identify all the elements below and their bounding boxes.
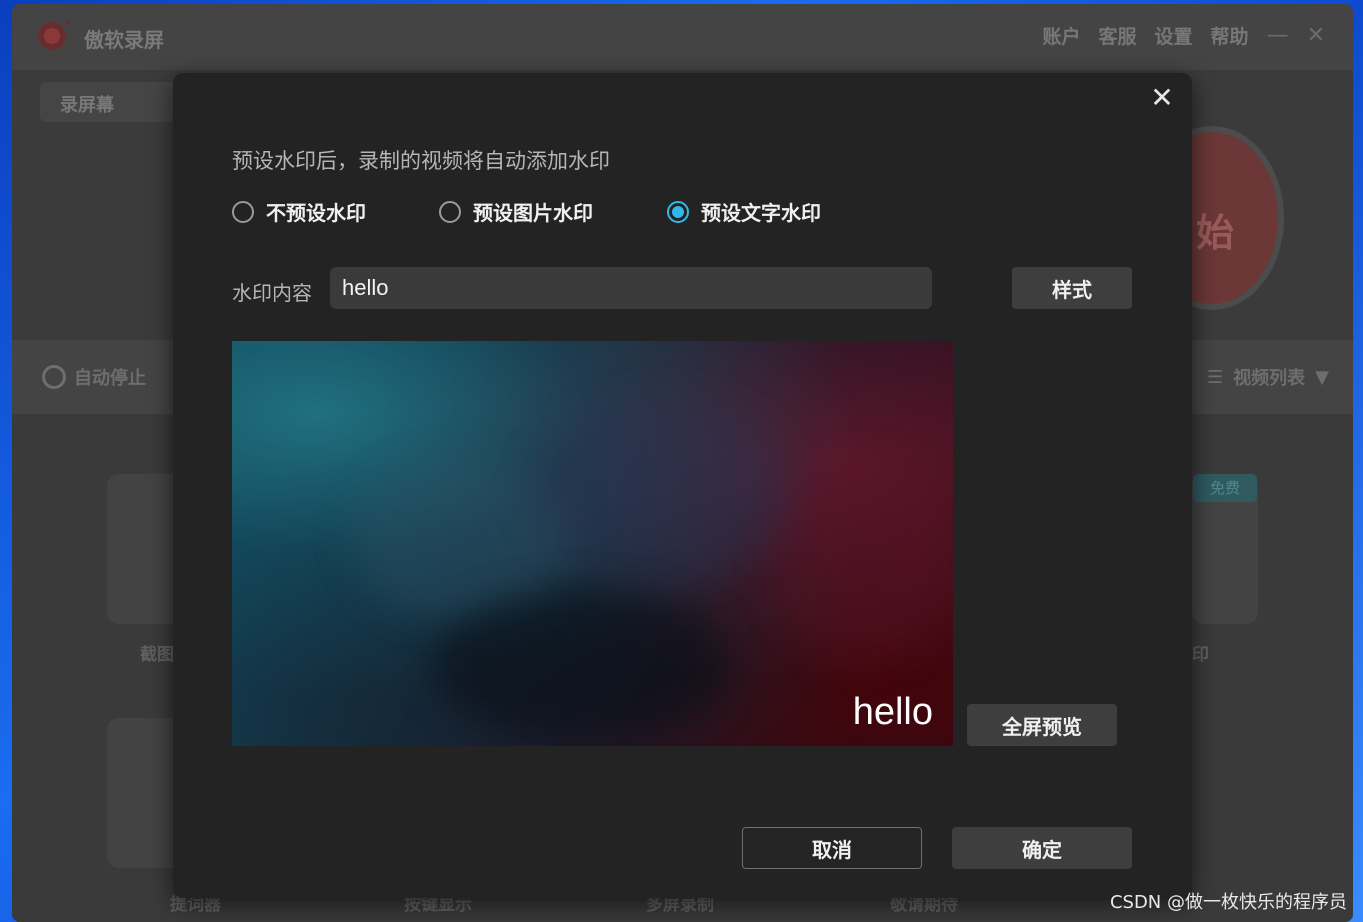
caret-down-icon: ▼ [1315,366,1329,388]
record-start-label: 始 [1196,211,1235,255]
menu-support[interactable]: 客服 [1099,22,1137,49]
free-badge: 免费 [1193,474,1257,502]
menu-help[interactable]: 帮助 [1211,22,1249,49]
alarm-clock-icon [42,365,66,389]
watermark-dialog: ✕ 预设水印后，录制的视频将自动添加水印 不预设水印 预设图片水印 预设文字水印… [173,73,1192,898]
app-menu: 账户 客服 设置 帮助 — ✕ [1043,22,1326,49]
confirm-button[interactable]: 确定 [952,827,1132,869]
radio-text-watermark[interactable]: 预设文字水印 [667,197,821,226]
app-titlebar: 傲软录屏 账户 客服 设置 帮助 — ✕ [12,4,1353,70]
tool-label-screenshot: 截图 [140,645,174,665]
menu-settings[interactable]: 设置 [1155,22,1193,49]
window-close-icon[interactable]: ✕ [1307,23,1325,48]
tool-label-watermark: 印 [1192,645,1209,665]
watermark-content-label: 水印内容 [232,281,312,305]
radio-label-image-watermark: 预设图片水印 [473,201,593,225]
minimize-icon[interactable]: — [1267,23,1289,48]
dialog-close-icon[interactable]: ✕ [1147,83,1177,113]
app-logo-icon [38,20,71,50]
auto-stop-button[interactable]: 自动停止 [42,364,146,390]
radio-no-watermark[interactable]: 不预设水印 [232,197,366,226]
cancel-button[interactable]: 取消 [742,827,922,869]
watermark-type-radio-group: 不预设水印 预设图片水印 预设文字水印 [232,197,932,225]
csdn-credit: CSDN @做一枚快乐的程序员 [1109,892,1347,913]
preview-watermark-text: hello [852,691,933,733]
tab-record-screen[interactable]: 录屏幕 [40,82,190,122]
radio-label-no-watermark: 不预设水印 [266,201,366,225]
app-title: 傲软录屏 [84,28,164,52]
radio-label-text-watermark: 预设文字水印 [701,201,821,225]
list-icon: ☰ [1207,366,1224,388]
style-button[interactable]: 样式 [1012,267,1132,309]
menu-account[interactable]: 账户 [1043,22,1081,49]
video-list-label: 视频列表 [1233,368,1306,389]
video-list-button[interactable]: ☰ 视频列表 ▼ [1207,364,1329,390]
watermark-preview: hello [232,341,953,746]
fullscreen-preview-button[interactable]: 全屏预览 [967,704,1117,746]
radio-circle-text-watermark[interactable] [667,200,689,223]
radio-image-watermark[interactable]: 预设图片水印 [439,197,593,226]
radio-circle-no-watermark[interactable] [232,200,254,223]
watermark-content-input[interactable] [330,267,932,309]
auto-stop-label: 自动停止 [74,368,146,389]
dialog-intro-text: 预设水印后，录制的视频将自动添加水印 [232,149,610,173]
radio-circle-image-watermark[interactable] [439,200,461,223]
